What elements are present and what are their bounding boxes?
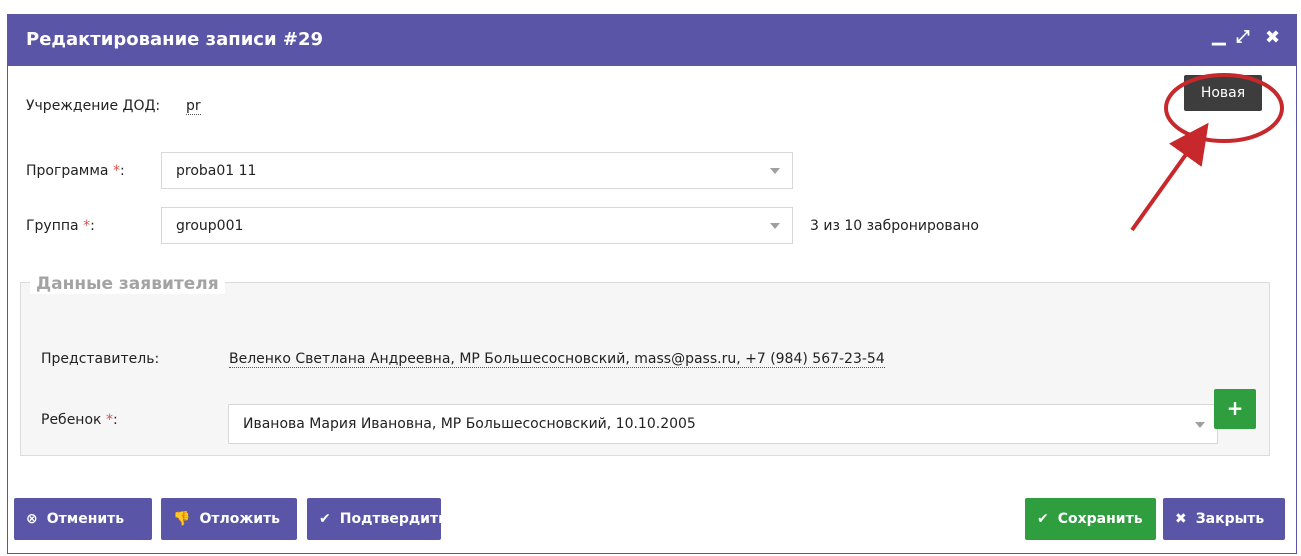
maximize-icon[interactable]: ⤢: [1236, 27, 1250, 47]
chevron-down-icon: [770, 223, 780, 229]
required-mark: *: [112, 163, 120, 179]
institution-value[interactable]: pr: [186, 98, 201, 115]
booking-note: 3 из 10 забронировано: [810, 218, 979, 234]
group-label-colon: :: [90, 218, 95, 234]
child-label-text: Ребенок: [41, 412, 102, 428]
child-label-colon: :: [112, 412, 118, 428]
applicant-legend: Данные заявителя: [30, 274, 225, 294]
chevron-down-icon: [770, 168, 780, 174]
close-icon[interactable]: ✖: [1265, 27, 1280, 48]
close-icon: ✖: [1175, 511, 1187, 527]
check-icon: ✔: [1037, 511, 1049, 527]
child-select-value: Иванова Мария Ивановна, МР Большесосновс…: [243, 416, 696, 432]
times-circle-icon: ⊗: [26, 511, 38, 527]
group-label-text: Группа: [26, 218, 79, 234]
program-label: Программа *:: [26, 163, 125, 179]
plus-icon: +: [1226, 396, 1244, 420]
save-button-label: Сохранить: [1057, 511, 1143, 527]
child-label: Ребенок *:: [41, 412, 118, 428]
confirm-button[interactable]: ✔ Подтвердить: [307, 498, 447, 540]
group-label: Группа *:: [26, 218, 95, 234]
program-label-text: Программа: [26, 163, 109, 179]
dialog-titlebar[interactable]: Редактирование записи #29 ▁ ⤢ ✖: [8, 15, 1296, 66]
program-label-colon: :: [119, 163, 125, 179]
required-mark: *: [105, 412, 113, 428]
cancel-button-label: Отменить: [46, 511, 125, 527]
confirm-button-label: Подтвердить: [339, 511, 447, 527]
institution-label: Учреждение ДОД:: [26, 98, 161, 114]
group-select-value: group001: [176, 218, 244, 234]
representative-label: Представитель:: [41, 351, 160, 367]
close-button-label: Закрыть: [1195, 511, 1265, 527]
chevron-down-icon: [1195, 422, 1205, 428]
representative-value[interactable]: Веленко Светлана Андреевна, МР Большесос…: [229, 351, 885, 368]
dialog-title: Редактирование записи #29: [26, 29, 323, 50]
program-select-value: proba01 11: [176, 163, 257, 179]
child-select[interactable]: Иванова Мария Ивановна, МР Большесосновс…: [228, 404, 1218, 444]
check-icon: ✔: [319, 511, 331, 527]
close-button[interactable]: ✖ Закрыть: [1163, 498, 1285, 540]
program-select[interactable]: proba01 11: [161, 152, 793, 189]
postpone-button-label: Отложить: [199, 511, 281, 527]
thumbs-down-icon: 👎: [173, 511, 191, 527]
required-mark: *: [83, 218, 91, 234]
group-select[interactable]: group001: [161, 207, 793, 244]
cancel-button[interactable]: ⊗ Отменить: [14, 498, 152, 540]
status-badge: Новая: [1184, 75, 1262, 111]
minimize-icon[interactable]: ▁: [1212, 25, 1226, 46]
save-button[interactable]: ✔ Сохранить: [1025, 498, 1156, 540]
postpone-button[interactable]: 👎 Отложить: [161, 498, 297, 540]
add-child-button[interactable]: +: [1214, 389, 1256, 429]
